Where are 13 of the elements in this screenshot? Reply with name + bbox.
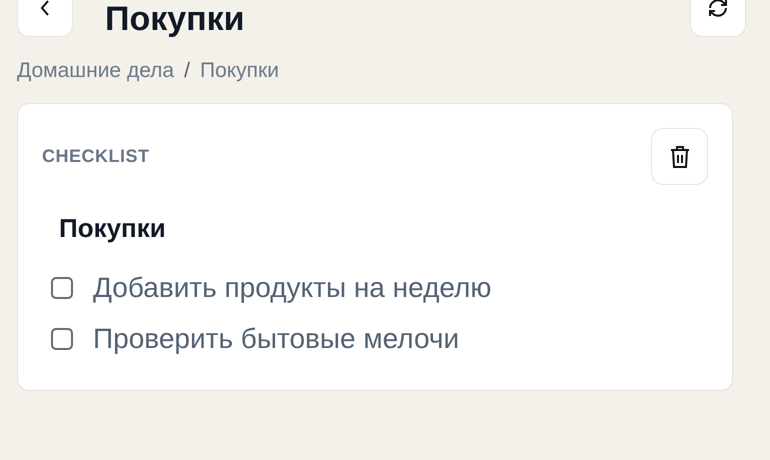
trash-icon bbox=[668, 144, 690, 168]
breadcrumb-link[interactable]: Покупки bbox=[200, 59, 279, 83]
checkbox[interactable] bbox=[51, 328, 73, 350]
checklist-title: Покупки bbox=[59, 213, 167, 244]
breadcrumb-link[interactable]: Домашние дела bbox=[17, 59, 174, 83]
checkbox[interactable] bbox=[51, 276, 73, 298]
card-type-label: CHECKLIST bbox=[42, 146, 150, 167]
breadcrumb-separator: / bbox=[184, 59, 190, 83]
checklist-item-text: Проверить бытовые мелочи bbox=[93, 322, 460, 354]
delete-button[interactable] bbox=[651, 128, 708, 185]
checklist-item-text: Добавить продукты на неделю bbox=[93, 272, 492, 304]
page-title: Покупки bbox=[105, 2, 246, 36]
chevron-left-icon bbox=[39, 0, 51, 17]
